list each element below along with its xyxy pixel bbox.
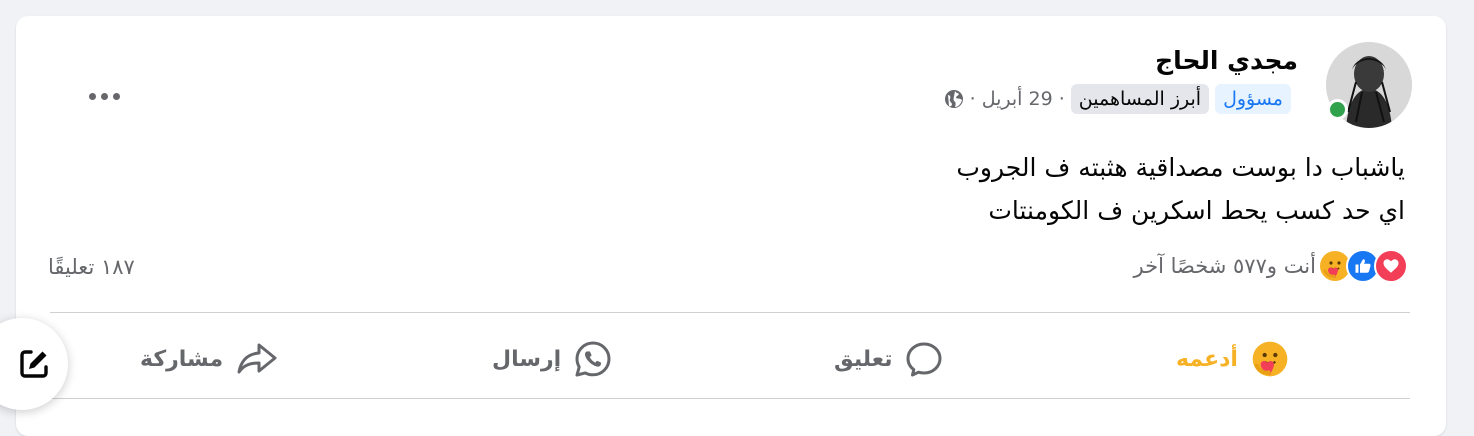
dot	[100, 92, 108, 100]
post-text: ياشباب دا بوست مصداقية هثبته ف الجروب اي…	[505, 146, 1405, 232]
reaction-icons	[1318, 249, 1408, 283]
edit-icon	[17, 347, 51, 381]
send-button[interactable]: إرسال	[492, 330, 613, 388]
whatsapp-icon	[573, 339, 613, 379]
comments-count[interactable]: ١٨٧ تعليقًا	[48, 255, 135, 279]
comment-label: تعليق	[834, 346, 893, 372]
share-label: مشاركة	[140, 346, 224, 372]
support-button[interactable]: أدعمه	[1176, 330, 1290, 388]
post-line: ياشباب دا بوست مصداقية هثبته ف الجروب	[956, 153, 1405, 182]
comment-button[interactable]: تعليق	[834, 330, 944, 388]
post-meta: مسؤول أبرز المساهمين · 29 أبريل ·	[944, 84, 1291, 114]
dot	[112, 92, 120, 100]
support-label: أدعمه	[1176, 346, 1238, 372]
dot	[88, 92, 96, 100]
admin-badge[interactable]: مسؤول	[1215, 84, 1291, 114]
divider	[50, 312, 1410, 313]
care-icon	[1250, 339, 1290, 379]
comment-icon	[904, 339, 944, 379]
divider	[50, 398, 1410, 399]
post-card: مجدي الحاج مسؤول أبرز المساهمين · 29 أبر…	[16, 16, 1446, 436]
more-options-button[interactable]	[82, 82, 126, 110]
reactions-label[interactable]: أنت و٥٧٧ شخصًا آخر	[1134, 254, 1316, 278]
online-status-dot	[1327, 99, 1348, 120]
top-contributor-badge[interactable]: أبرز المساهمين	[1070, 84, 1210, 114]
author-name[interactable]: مجدي الحاج	[1155, 46, 1298, 75]
send-label: إرسال	[492, 346, 562, 372]
share-icon	[235, 339, 279, 379]
post-line: اي حد كسب يحط اسكرين ف الكومنتات	[988, 196, 1405, 225]
post-date[interactable]: · 29 أبريل ·	[970, 88, 1065, 110]
reactions-summary[interactable]: أنت و٥٧٧ شخصًا آخر	[1134, 249, 1408, 283]
globe-icon	[944, 89, 964, 109]
love-icon	[1374, 249, 1408, 283]
share-button[interactable]: مشاركة	[140, 330, 279, 388]
